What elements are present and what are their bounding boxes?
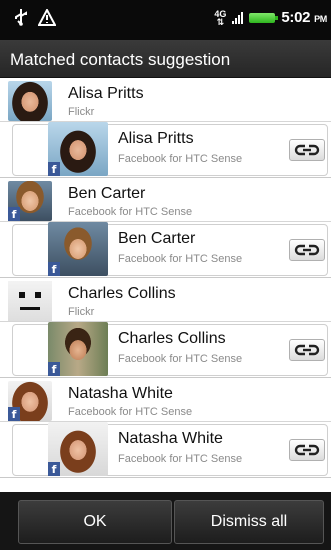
facebook-icon: f	[8, 407, 20, 421]
list-item[interactable]: Alisa Pritts Flickr	[0, 78, 331, 122]
chain-link-icon	[294, 244, 320, 256]
signal-icon	[232, 11, 244, 24]
dismiss-all-button[interactable]: Dismiss all	[174, 500, 324, 544]
contacts-list[interactable]: Alisa Pritts Flickr f Alisa Pritts Faceb…	[0, 78, 331, 492]
dialog-title-bar: Matched contacts suggestion	[0, 40, 331, 78]
link-contact-button[interactable]	[289, 239, 325, 261]
link-contact-button[interactable]	[289, 439, 325, 461]
match-source: Facebook for HTC Sense	[118, 253, 243, 265]
contact-source: Flickr	[68, 106, 95, 118]
match-name: Charles Collins	[118, 330, 226, 347]
dialog-button-bar: OK Dismiss all	[0, 492, 331, 550]
link-contact-button[interactable]	[289, 139, 325, 161]
photo-woman-dark-hair-icon	[8, 81, 52, 121]
match-source: Facebook for HTC Sense	[118, 153, 243, 165]
match-source: Facebook for HTC Sense	[118, 353, 243, 365]
list-item[interactable]: f Ben Carter Facebook for HTC Sense	[0, 178, 331, 222]
battery-icon	[249, 12, 279, 23]
photo-woman-dark-hair-icon: f	[48, 122, 108, 176]
match-name: Ben Carter	[118, 230, 196, 247]
contact-source: Flickr	[68, 306, 95, 318]
clock: 5:02 PM	[281, 9, 327, 26]
facebook-icon: f	[48, 462, 60, 476]
link-contact-button[interactable]	[289, 339, 325, 361]
usb-icon	[15, 9, 27, 26]
list-item[interactable]: f Natasha White Facebook for HTC Sense	[0, 378, 331, 422]
status-bar: 4G ⇅ 5:02 PM	[0, 0, 331, 40]
list-item[interactable]: f Alisa Pritts Facebook for HTC Sense	[0, 122, 331, 178]
ok-button[interactable]: OK	[18, 500, 172, 544]
facebook-icon: f	[48, 262, 60, 276]
list-item[interactable]: f Natasha White Facebook for HTC Sense	[0, 422, 331, 478]
photo-man-light-hair-icon: f	[48, 222, 108, 276]
contact-source: Facebook for HTC Sense	[68, 206, 193, 218]
photo-man-dark-hair-icon: f	[48, 322, 108, 376]
warning-icon	[38, 8, 56, 26]
list-item[interactable]: f Charles Collins Facebook for HTC Sense	[0, 322, 331, 378]
network-label: 4G	[214, 8, 227, 19]
dialog-title: Matched contacts suggestion	[10, 50, 231, 69]
photo-woman-red-hair-icon: f	[8, 381, 52, 421]
clock-time: 5:02	[281, 9, 311, 26]
photo-woman-red-hair-icon: f	[48, 422, 108, 476]
facebook-icon: f	[8, 207, 20, 221]
contact-name: Charles Collins	[68, 285, 176, 302]
list-item[interactable]: Charles Collins Flickr	[0, 278, 331, 322]
contact-name: Alisa Pritts	[68, 85, 144, 102]
match-name: Natasha White	[118, 430, 223, 447]
match-source: Facebook for HTC Sense	[118, 453, 243, 465]
contact-source: Facebook for HTC Sense	[68, 406, 193, 418]
match-name: Alisa Pritts	[118, 130, 194, 147]
facebook-icon: f	[48, 162, 60, 176]
facebook-icon: f	[48, 362, 60, 376]
contact-name: Ben Carter	[68, 185, 146, 202]
contact-name: Natasha White	[68, 385, 173, 402]
photo-man-light-hair-icon: f	[8, 181, 52, 221]
chain-link-icon	[294, 144, 320, 156]
robot-face-icon	[8, 281, 52, 321]
chain-link-icon	[294, 344, 320, 356]
chain-link-icon	[294, 444, 320, 456]
clock-ampm: PM	[314, 14, 327, 24]
list-item[interactable]: f Ben Carter Facebook for HTC Sense	[0, 222, 331, 278]
network-type-icon: 4G ⇅	[214, 8, 227, 27]
